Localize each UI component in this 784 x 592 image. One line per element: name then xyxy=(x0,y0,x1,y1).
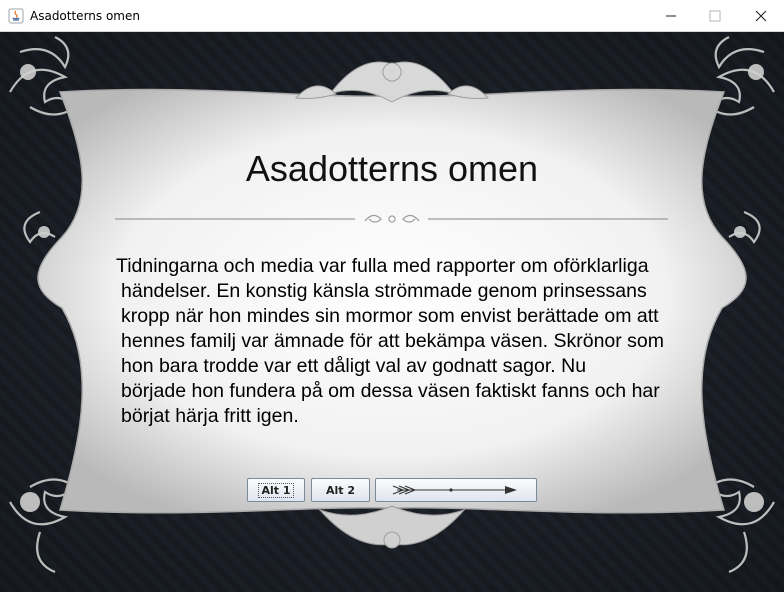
java-app-icon xyxy=(8,8,24,24)
story-text: Tidningarna och media var fulla med rapp… xyxy=(116,254,676,429)
minimize-icon xyxy=(666,15,676,16)
story-line: händelser. En konstig känsla strömmade g… xyxy=(121,280,647,302)
story-line: Tidningarna och media var fulla med rapp… xyxy=(116,255,649,277)
story-line: kropp när hon mindes sin mormor som envi… xyxy=(121,305,659,327)
arrow-right-icon xyxy=(392,485,517,495)
next-arrow-button[interactable] xyxy=(375,478,537,502)
game-scene: Asadotterns omen Tidningarna och media v… xyxy=(0,32,784,592)
maximize-button[interactable] xyxy=(692,0,738,31)
story-line: börjat härja fritt igen. xyxy=(121,405,299,427)
story-line: började hon fundera på om dessa väsen fa… xyxy=(121,380,660,402)
story-line: hon bara trodde var ett dåligt val av go… xyxy=(121,355,587,377)
alt-1-button[interactable]: Alt 1 xyxy=(247,478,305,502)
alt-2-button[interactable]: Alt 2 xyxy=(311,478,370,502)
alt-2-label: Alt 2 xyxy=(325,483,356,497)
close-button[interactable] xyxy=(738,0,784,31)
story-line: hennes familj var ämnade för att bekämpa… xyxy=(121,330,665,352)
alt-1-label: Alt 1 xyxy=(258,482,294,498)
minimize-button[interactable] xyxy=(648,0,694,31)
maximize-icon xyxy=(709,10,721,21)
window-title: Asadotterns omen xyxy=(30,9,140,23)
title-bar[interactable]: Asadotterns omen xyxy=(0,0,784,32)
close-icon xyxy=(755,10,767,21)
page-title: Asadotterns omen xyxy=(245,148,539,189)
